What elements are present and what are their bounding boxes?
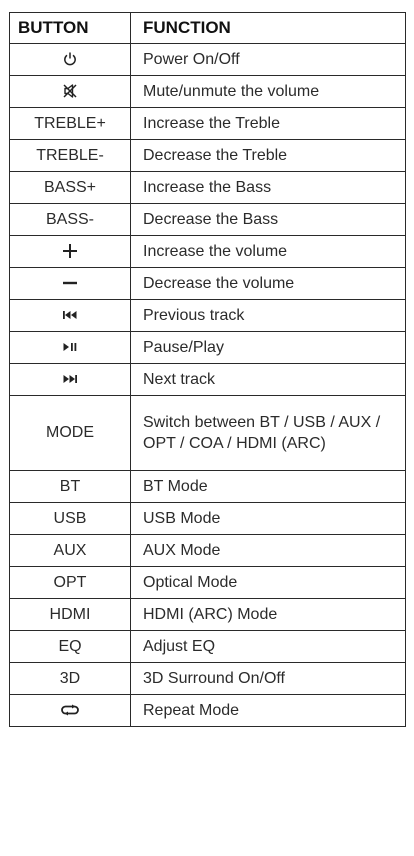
table-row: BASS+ Increase the Bass bbox=[9, 171, 406, 204]
table-row: USB USB Mode bbox=[9, 502, 406, 535]
table-row: OPT Optical Mode bbox=[9, 566, 406, 599]
previous-track-icon bbox=[62, 310, 78, 320]
play-pause-icon bbox=[62, 342, 78, 352]
function-cell: Mute/unmute the volume bbox=[130, 75, 406, 108]
button-cell: TREBLE+ bbox=[9, 107, 131, 140]
function-cell: Increase the Bass bbox=[130, 171, 406, 204]
table-row: EQ Adjust EQ bbox=[9, 630, 406, 663]
button-cell bbox=[9, 694, 131, 727]
function-cell: Power On/Off bbox=[130, 43, 406, 76]
function-cell: Decrease the volume bbox=[130, 267, 406, 300]
button-cell bbox=[9, 299, 131, 332]
function-cell: USB Mode bbox=[130, 502, 406, 535]
function-cell: Increase the Treble bbox=[130, 107, 406, 140]
button-cell bbox=[9, 43, 131, 76]
repeat-icon bbox=[61, 704, 79, 716]
button-cell: TREBLE- bbox=[9, 139, 131, 172]
function-cell: Pause/Play bbox=[130, 331, 406, 364]
function-cell: Increase the volume bbox=[130, 235, 406, 268]
power-icon bbox=[62, 51, 78, 67]
table-row: MODE Switch between BT / USB / AUX / OPT… bbox=[9, 395, 406, 471]
table-header-row: BUTTON FUNCTION bbox=[9, 12, 406, 44]
header-button: BUTTON bbox=[9, 12, 131, 44]
minus-icon bbox=[62, 275, 78, 291]
table-row: Mute/unmute the volume bbox=[9, 75, 406, 108]
table-row: TREBLE- Decrease the Treble bbox=[9, 139, 406, 172]
button-cell bbox=[9, 363, 131, 396]
button-cell: BASS+ bbox=[9, 171, 131, 204]
table-row: TREBLE+ Increase the Treble bbox=[9, 107, 406, 140]
function-cell: Decrease the Bass bbox=[130, 203, 406, 236]
table-row: Repeat Mode bbox=[9, 694, 406, 727]
table-row: Decrease the volume bbox=[9, 267, 406, 300]
button-cell bbox=[9, 235, 131, 268]
button-cell: OPT bbox=[9, 566, 131, 599]
function-cell: Decrease the Treble bbox=[130, 139, 406, 172]
button-function-table: BUTTON FUNCTION Power On/Off Mute/unmute… bbox=[9, 12, 406, 727]
table-row: BT BT Mode bbox=[9, 470, 406, 503]
table-row: Next track bbox=[9, 363, 406, 396]
button-cell: MODE bbox=[9, 395, 131, 471]
table-row: 3D 3D Surround On/Off bbox=[9, 662, 406, 695]
table-row: Pause/Play bbox=[9, 331, 406, 364]
table-row: AUX AUX Mode bbox=[9, 534, 406, 567]
button-cell: AUX bbox=[9, 534, 131, 567]
function-cell: Optical Mode bbox=[130, 566, 406, 599]
button-cell: EQ bbox=[9, 630, 131, 663]
button-cell: BASS- bbox=[9, 203, 131, 236]
function-cell: AUX Mode bbox=[130, 534, 406, 567]
table-row: Increase the volume bbox=[9, 235, 406, 268]
function-cell: Repeat Mode bbox=[130, 694, 406, 727]
table-row: HDMI HDMI (ARC) Mode bbox=[9, 598, 406, 631]
function-cell: HDMI (ARC) Mode bbox=[130, 598, 406, 631]
next-track-icon bbox=[62, 374, 78, 384]
header-function: FUNCTION bbox=[130, 12, 406, 44]
table-row: BASS- Decrease the Bass bbox=[9, 203, 406, 236]
function-cell: Switch between BT / USB / AUX / OPT / CO… bbox=[130, 395, 406, 471]
button-cell bbox=[9, 267, 131, 300]
table-row: Power On/Off bbox=[9, 43, 406, 76]
function-cell: Previous track bbox=[130, 299, 406, 332]
button-cell: HDMI bbox=[9, 598, 131, 631]
mute-icon bbox=[62, 83, 78, 99]
button-cell bbox=[9, 75, 131, 108]
button-cell bbox=[9, 331, 131, 364]
table-row: Previous track bbox=[9, 299, 406, 332]
function-cell: Next track bbox=[130, 363, 406, 396]
plus-icon bbox=[62, 243, 78, 259]
function-cell: 3D Surround On/Off bbox=[130, 662, 406, 695]
button-cell: 3D bbox=[9, 662, 131, 695]
button-cell: BT bbox=[9, 470, 131, 503]
button-cell: USB bbox=[9, 502, 131, 535]
function-cell: Adjust EQ bbox=[130, 630, 406, 663]
function-cell: BT Mode bbox=[130, 470, 406, 503]
